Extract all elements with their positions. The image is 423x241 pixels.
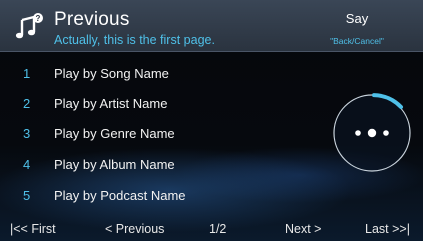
say-label: Say (345, 11, 369, 26)
last-page-button[interactable]: Last >>| (365, 222, 410, 236)
status-message: Actually, this is the first page. (54, 33, 215, 47)
item-label: Play by Artist Name (54, 95, 168, 111)
item-number: 1 (23, 65, 31, 81)
item-label: Play by Album Name (54, 156, 175, 172)
page-title: Previous (54, 9, 130, 30)
voice-menu-screen: ? Previous Actually, this is the first p… (0, 0, 423, 241)
list-item-artist[interactable]: 2 Play by Artist Name (0, 88, 300, 118)
item-number: 4 (23, 156, 31, 172)
first-page-button[interactable]: |<< First (10, 222, 56, 236)
music-note-question-icon: ? (15, 13, 43, 39)
item-label: Play by Song Name (54, 65, 169, 81)
listening-dots-icon[interactable] (330, 91, 414, 175)
pagination-bar: |<< First < Previous 1/2 Next > Last >>| (0, 219, 423, 241)
item-number: 5 (23, 187, 31, 203)
item-label: Play by Podcast Name (54, 187, 186, 203)
say-hint: "Back/Cancel" (330, 36, 384, 46)
list-item-song[interactable]: 1 Play by Song Name (0, 58, 300, 88)
item-number: 2 (23, 95, 31, 111)
previous-page-button[interactable]: < Previous (105, 222, 164, 236)
svg-text:?: ? (36, 14, 41, 23)
list-item-album[interactable]: 4 Play by Album Name (0, 149, 300, 179)
item-number: 3 (23, 125, 31, 141)
header-bar: ? Previous Actually, this is the first p… (0, 0, 423, 52)
next-page-button[interactable]: Next > (285, 222, 321, 236)
list-item-genre[interactable]: 3 Play by Genre Name (0, 118, 300, 148)
item-label: Play by Genre Name (54, 125, 175, 141)
page-indicator: 1/2 (209, 222, 227, 236)
list-item-podcast[interactable]: 5 Play by Podcast Name (0, 180, 300, 210)
